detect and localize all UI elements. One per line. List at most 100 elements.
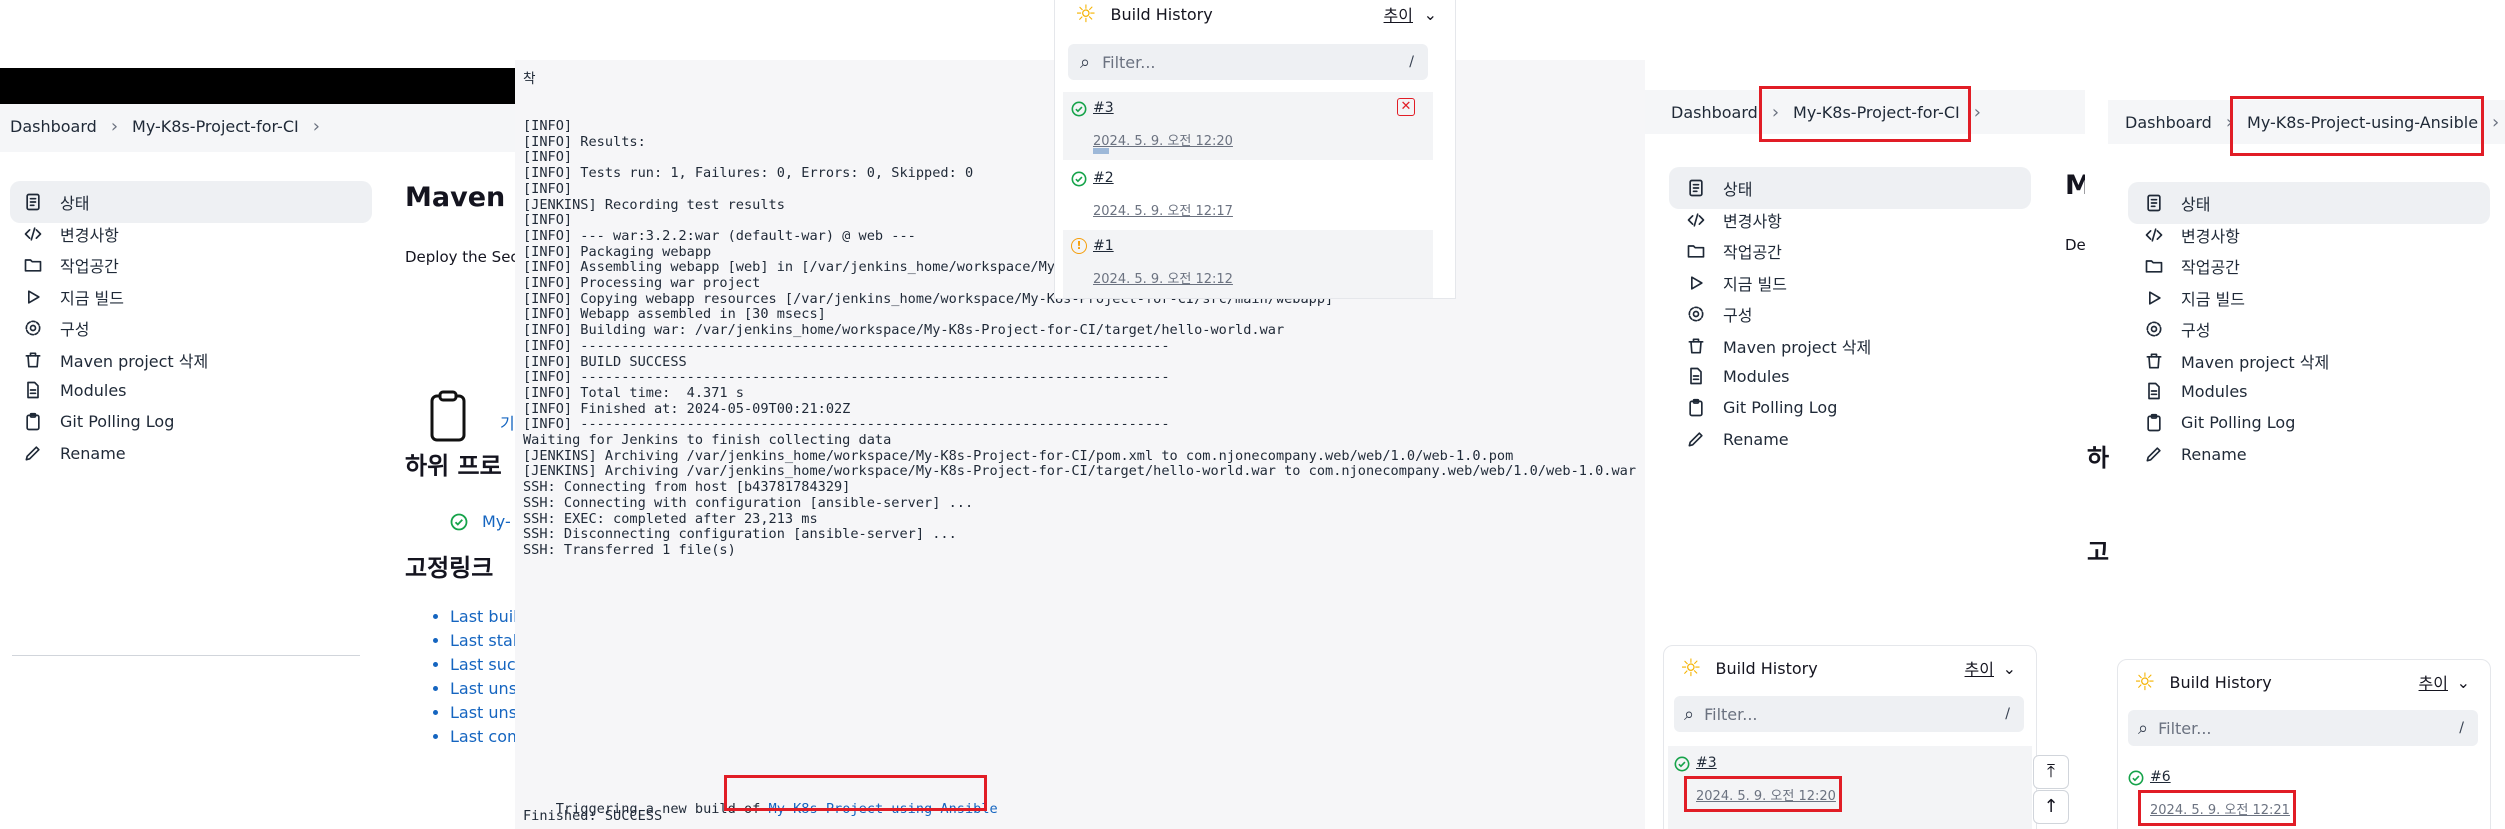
filter-placeholder: Filter... [1102, 52, 1156, 72]
sidebar-item[interactable]: Rename [1685, 428, 1789, 450]
page-title-fragment: M [2065, 170, 2085, 201]
permalink-item[interactable]: Last succ [450, 653, 515, 677]
search-icon: ⌕ [2138, 717, 2149, 739]
breadcrumb-project[interactable]: My-K8s-Project-for-CI [132, 117, 299, 136]
scroll-top-button[interactable]: ⤒ [2033, 755, 2069, 789]
sidebar-item-label: 변경사항 [2181, 226, 2240, 246]
sidebar-item[interactable]: 구성 [22, 316, 89, 340]
sidebar-item-label: Maven project 삭제 [60, 351, 209, 371]
permalink-item[interactable]: Last com [450, 725, 515, 749]
build-number[interactable]: #3 [1696, 755, 1717, 771]
sidebar-item[interactable]: Rename [22, 442, 126, 464]
sidebar-item[interactable]: Rename [2143, 443, 2247, 465]
trend-link[interactable]: 추이 [1384, 2, 1413, 26]
sidebar-item[interactable]: 상태 [2143, 191, 2210, 215]
sidebar-item-label: 작업공간 [1723, 243, 1782, 262]
build-number[interactable]: #1 [1093, 238, 1114, 254]
sidebar-item[interactable]: 구성 [2143, 317, 2210, 341]
build-number[interactable]: #3 [1093, 100, 1114, 116]
build-history-card: ☼ Build History 추이 ⌄ ⌕ Filter... / #6 20… [2117, 659, 2491, 829]
permalink-item[interactable]: Last unsu [450, 701, 515, 725]
build-history-title: Build History [1110, 4, 1213, 24]
breadcrumb: Dashboard › My-K8s-Project-for-CI › [10, 116, 334, 137]
sidebar-item[interactable]: 지금 빌드 [22, 285, 124, 309]
sidebar-item[interactable]: Modules [1685, 365, 1790, 387]
sidebar-item[interactable]: 작업공간 [2143, 254, 2240, 278]
sidebar-item-label: 지금 빌드 [2181, 289, 2245, 309]
sidebar-item[interactable]: Git Polling Log [22, 411, 174, 433]
sidebar-item-label: 상태 [60, 194, 90, 213]
sidebar-item[interactable]: Maven project 삭제 [22, 348, 208, 372]
permalink-item[interactable]: Last stab [450, 629, 515, 653]
trend-link[interactable]: 추이 [2419, 670, 2448, 694]
code-icon [2143, 224, 2165, 246]
sidebar-item[interactable]: 구성 [1685, 302, 1752, 326]
gear-icon [2143, 318, 2165, 340]
sidebar-item[interactable]: 변경사항 [22, 222, 119, 246]
breadcrumb-dashboard[interactable]: Dashboard [10, 117, 97, 136]
sidebar-item[interactable]: 상태 [1685, 176, 1752, 200]
scroll-up-button[interactable]: ↑ [2033, 790, 2069, 824]
permalink-item[interactable]: Last unst [450, 677, 515, 701]
subproject-hint[interactable]: 기 [500, 410, 515, 434]
file-icon [22, 379, 44, 401]
left-panel: Dashboard › My-K8s-Project-for-CI › Mave… [0, 60, 515, 829]
clipboard-icon [2143, 412, 2165, 434]
sidebar-item[interactable]: Git Polling Log [1685, 397, 1837, 419]
trend-link[interactable]: 추이 [1965, 656, 1994, 680]
clipboard-icon [428, 390, 468, 446]
breadcrumb-dashboard[interactable]: Dashboard [1671, 103, 1758, 122]
sidebar-item[interactable]: Maven project 삭제 [2143, 349, 2329, 373]
chevron-right-icon: › [110, 116, 119, 137]
chevron-down-icon[interactable]: ⌄ [2457, 673, 2470, 692]
build-number[interactable]: #2 [1093, 170, 1114, 186]
filter-shortcut: / [2005, 706, 2010, 722]
warning-icon: ! [1071, 238, 1087, 254]
filter-input[interactable]: ⌕ Filter... / [1674, 696, 2024, 732]
filter-input[interactable]: ⌕ Filter... / [1068, 44, 1428, 80]
sidebar-item-label: Rename [1723, 429, 1789, 449]
build-date[interactable]: 2024. 5. 9. 오전 12:17 [1093, 200, 1233, 219]
sidebar-item[interactable]: Modules [2143, 380, 2248, 402]
page-description: Deploy the Sec [405, 248, 515, 266]
folder-icon [1685, 240, 1707, 262]
sidebar-item[interactable]: 작업공간 [1685, 239, 1782, 263]
clipboard-icon [22, 411, 44, 433]
build-date-highlight [2138, 790, 2296, 826]
subproject-link[interactable]: My- [482, 512, 511, 531]
filter-input[interactable]: ⌕ Filter... / [2128, 710, 2478, 746]
sidebar-item-label: Git Polling Log [1723, 398, 1838, 417]
close-icon[interactable]: ✕ [1397, 98, 1415, 116]
sidebar-item-label: 지금 빌드 [1723, 274, 1787, 294]
sidebar-item[interactable]: 변경사항 [1685, 208, 1782, 232]
build-history-header: ☼ Build History 추이 ⌄ [1075, 0, 1445, 28]
folder-icon [2143, 255, 2165, 277]
sidebar-item-label: 지금 빌드 [60, 288, 124, 308]
sidebar-item[interactable]: 지금 빌드 [1685, 271, 1787, 295]
progress-bar [1093, 148, 1109, 154]
build-number[interactable]: #6 [2150, 769, 2171, 785]
breadcrumb-dashboard[interactable]: Dashboard [2125, 113, 2212, 132]
chevron-down-icon[interactable]: ⌄ [1424, 5, 1437, 24]
filter-shortcut: / [2459, 720, 2464, 736]
sidebar-item[interactable]: 지금 빌드 [2143, 286, 2245, 310]
sidebar-item[interactable]: 변경사항 [2143, 223, 2240, 247]
sidebar-item-label: 구성 [1723, 306, 1753, 325]
sidebar-item[interactable]: 상태 [22, 190, 89, 214]
build-date[interactable]: 2024. 5. 9. 오전 12:12 [1093, 268, 1233, 287]
permalink-item[interactable]: Last build [450, 605, 515, 629]
build-history-card: ☼ Build History 추이 ⌄ ⌕ Filter... / #3 20… [1663, 645, 2037, 829]
sidebar-item[interactable]: Modules [22, 379, 127, 401]
sidebar-item[interactable]: Maven project 삭제 [1685, 334, 1871, 358]
chevron-down-icon[interactable]: ⌄ [2003, 659, 2016, 678]
sidebar-item[interactable]: 작업공간 [22, 253, 119, 277]
top-bar [0, 68, 515, 104]
build-row-1[interactable] [1063, 230, 1433, 298]
sidebar-item[interactable]: Git Polling Log [2143, 412, 2295, 434]
filter-placeholder: Filter... [2158, 718, 2212, 738]
permalinks-list: Last build Last stab Last succ Last unst… [430, 605, 515, 749]
build-date[interactable]: 2024. 5. 9. 오전 12:20 [1093, 130, 1233, 149]
play-icon [2143, 287, 2165, 309]
build-history-header: ☼ Build History 추이 ⌄ [1680, 654, 2020, 682]
build-row-3[interactable] [1063, 92, 1433, 160]
